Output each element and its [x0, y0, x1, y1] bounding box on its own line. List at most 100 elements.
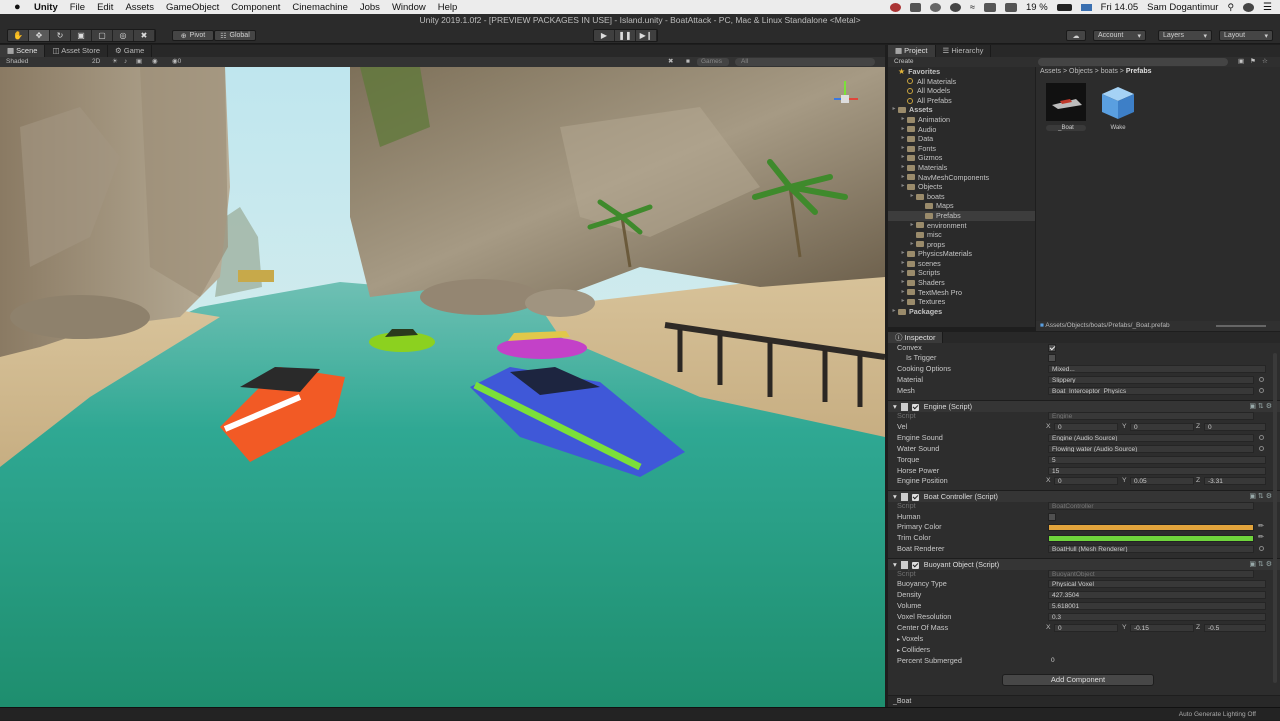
foldout-arrow-icon[interactable]: ▾	[893, 560, 897, 569]
tree-item-favorites[interactable]: ★ Favorites	[888, 67, 1035, 77]
tab-scene[interactable]: ▦ Scene	[0, 45, 46, 57]
audio-toggle-icon[interactable]: ♪	[124, 57, 127, 67]
wifi-icon[interactable]: ≈	[970, 2, 975, 12]
foldout-arrow-icon[interactable]: ▸	[899, 163, 907, 173]
create-dropdown[interactable]: Create	[894, 57, 914, 67]
engine-sound-field[interactable]: Engine (Audio Source)	[1048, 434, 1254, 442]
tree-item-all-materials[interactable]: All Materials	[888, 77, 1035, 87]
tree-item-packages[interactable]: ▸ Packages	[888, 307, 1035, 317]
vel-x-field[interactable]: 0	[1054, 423, 1118, 431]
breadcrumb-boats[interactable]: boats	[1101, 68, 1118, 75]
tree-item-navmeshcomponents[interactable]: ▸ NavMeshComponents	[888, 173, 1035, 183]
com-y-field[interactable]: -0.15	[1130, 624, 1194, 632]
inspector-scrollbar[interactable]	[1273, 353, 1277, 683]
favorite-icon[interactable]: ☆	[1262, 57, 1268, 67]
notification-center-icon[interactable]: ☰	[1263, 2, 1272, 13]
com-z-field[interactable]: -0.5	[1204, 624, 1266, 632]
volume-field[interactable]: 5.618001	[1048, 602, 1266, 610]
mesh-field[interactable]: Boat_Interceptor_Physics	[1048, 387, 1254, 395]
scene-orientation-gizmo-icon[interactable]	[830, 77, 860, 121]
material-field[interactable]: Slippery	[1048, 376, 1254, 384]
buoyancy-type-dropdown[interactable]: Physical Voxel	[1048, 580, 1266, 588]
tree-item-maps[interactable]: Maps	[888, 201, 1035, 211]
vel-y-field[interactable]: 0	[1130, 423, 1194, 431]
human-checkbox[interactable]	[1048, 513, 1056, 521]
foldout-arrow-icon[interactable]: ▸	[899, 173, 907, 183]
account-dropdown[interactable]: Account ▾	[1093, 30, 1146, 41]
engine-pos-y-field[interactable]: 0.05	[1130, 477, 1194, 485]
menu-gameobject[interactable]: GameObject	[166, 2, 219, 13]
scale-tool-icon[interactable]: ▣	[71, 30, 92, 41]
hand-tool-icon[interactable]: ✋	[8, 30, 29, 41]
shading-mode-dropdown[interactable]: Shaded	[6, 57, 28, 67]
tree-item-animation[interactable]: ▸ Animation	[888, 115, 1035, 125]
collab-cloud-icon[interactable]: ☁	[1066, 30, 1086, 41]
gizmos-dropdown[interactable]: Games	[697, 58, 729, 66]
tree-item-environment[interactable]: ▸ environment	[888, 221, 1035, 231]
search-type-icon[interactable]: ▣	[1238, 57, 1244, 67]
boat-controller-enabled-checkbox[interactable]	[911, 493, 919, 501]
icon-size-slider[interactable]	[1216, 325, 1266, 327]
foldout-arrow-icon[interactable]: ▾	[893, 492, 897, 501]
search-label-icon[interactable]: ⚑	[1250, 57, 1256, 67]
tree-item-data[interactable]: ▸ Data	[888, 134, 1035, 144]
menu-cinemachine[interactable]: Cinemachine	[292, 2, 347, 13]
layout-dropdown[interactable]: Layout ▾	[1219, 30, 1273, 41]
boat-controller-component-header[interactable]: ▾ Boat Controller (Script) ▣ ⇅ ⚙	[888, 490, 1280, 502]
foldout-arrow-icon[interactable]: ▸	[899, 153, 907, 163]
tree-item-fonts[interactable]: ▸ Fonts	[888, 144, 1035, 154]
foldout-arrow-icon[interactable]: ▸	[890, 105, 898, 115]
rotate-tool-icon[interactable]: ↻	[50, 30, 71, 41]
tab-hierarchy[interactable]: ☰ Hierarchy	[936, 45, 992, 57]
object-picker-icon[interactable]	[1259, 377, 1264, 382]
project-search-input[interactable]	[1038, 58, 1228, 66]
voxels-foldout[interactable]: ▸ Voxels	[897, 634, 923, 643]
cooking-options-dropdown[interactable]: Mixed...	[1048, 365, 1266, 373]
foldout-arrow-icon[interactable]: ▸	[899, 288, 907, 298]
torque-field[interactable]: 5	[1048, 456, 1266, 464]
foldout-arrow-icon[interactable]: ▸	[899, 182, 907, 192]
tab-inspector[interactable]: ⓘ Inspector	[888, 332, 944, 343]
2d-toggle[interactable]: 2D	[92, 57, 100, 67]
convex-checkbox[interactable]	[1048, 344, 1056, 352]
engine-component-header[interactable]: ▾ Engine (Script) ▣ ⇅ ⚙	[888, 400, 1280, 412]
object-picker-icon[interactable]	[1259, 546, 1264, 551]
global-toggle[interactable]: ☷ Global	[214, 30, 256, 41]
tree-item-physicsmaterials[interactable]: ▸ PhysicsMaterials	[888, 249, 1035, 259]
lighting-toggle-icon[interactable]: ☀	[112, 57, 118, 67]
foldout-arrow-icon[interactable]: ▸	[908, 240, 916, 250]
eyedropper-icon[interactable]: ✏	[1258, 522, 1264, 530]
foldout-arrow-icon[interactable]: ▸	[899, 268, 907, 278]
hidden-objects-icon[interactable]: ◉	[152, 57, 158, 67]
foldout-arrow-icon[interactable]: ▸	[899, 115, 907, 125]
engine-pos-x-field[interactable]: 0	[1054, 477, 1118, 485]
breadcrumb-assets[interactable]: Assets	[1040, 68, 1061, 75]
menu-window[interactable]: Window	[392, 2, 426, 13]
menu-edit[interactable]: Edit	[97, 2, 113, 13]
airplay-icon[interactable]	[984, 2, 996, 12]
buoyant-enabled-checkbox[interactable]	[911, 561, 919, 569]
water-sound-field[interactable]: Flowing water (Audio Source)	[1048, 445, 1254, 453]
eyedropper-icon[interactable]: ✏	[1258, 533, 1264, 541]
tree-item-materials[interactable]: ▸ Materials	[888, 163, 1035, 173]
foldout-arrow-icon[interactable]: ▸	[899, 278, 907, 288]
boat-renderer-field[interactable]: BoatHull (Mesh Renderer)	[1048, 545, 1254, 553]
vel-z-field[interactable]: 0	[1204, 423, 1266, 431]
camera-icon[interactable]: ■	[686, 57, 690, 67]
foldout-arrow-icon[interactable]: ▸	[890, 307, 898, 317]
breadcrumb-objects[interactable]: Objects	[1069, 68, 1093, 75]
step-icon[interactable]: ▶❙	[636, 30, 657, 41]
engine-enabled-checkbox[interactable]	[911, 403, 919, 411]
density-field[interactable]: 427.3504	[1048, 591, 1266, 599]
com-x-field[interactable]: 0	[1054, 624, 1118, 632]
foldout-arrow-icon[interactable]: ▸	[899, 259, 907, 269]
tree-item-objects[interactable]: ▸ Objects	[888, 182, 1035, 192]
tools-icon[interactable]: ✖	[668, 57, 673, 67]
trim-color-swatch[interactable]	[1048, 535, 1254, 542]
menu-component[interactable]: Component	[231, 2, 280, 13]
play-icon[interactable]: ▶	[594, 30, 615, 41]
is-trigger-checkbox[interactable]	[1048, 354, 1056, 362]
pivot-toggle[interactable]: ⊕ Pivot	[172, 30, 214, 41]
rect-tool-icon[interactable]: ▢	[92, 30, 113, 41]
tree-item-scenes[interactable]: ▸ scenes	[888, 259, 1035, 269]
